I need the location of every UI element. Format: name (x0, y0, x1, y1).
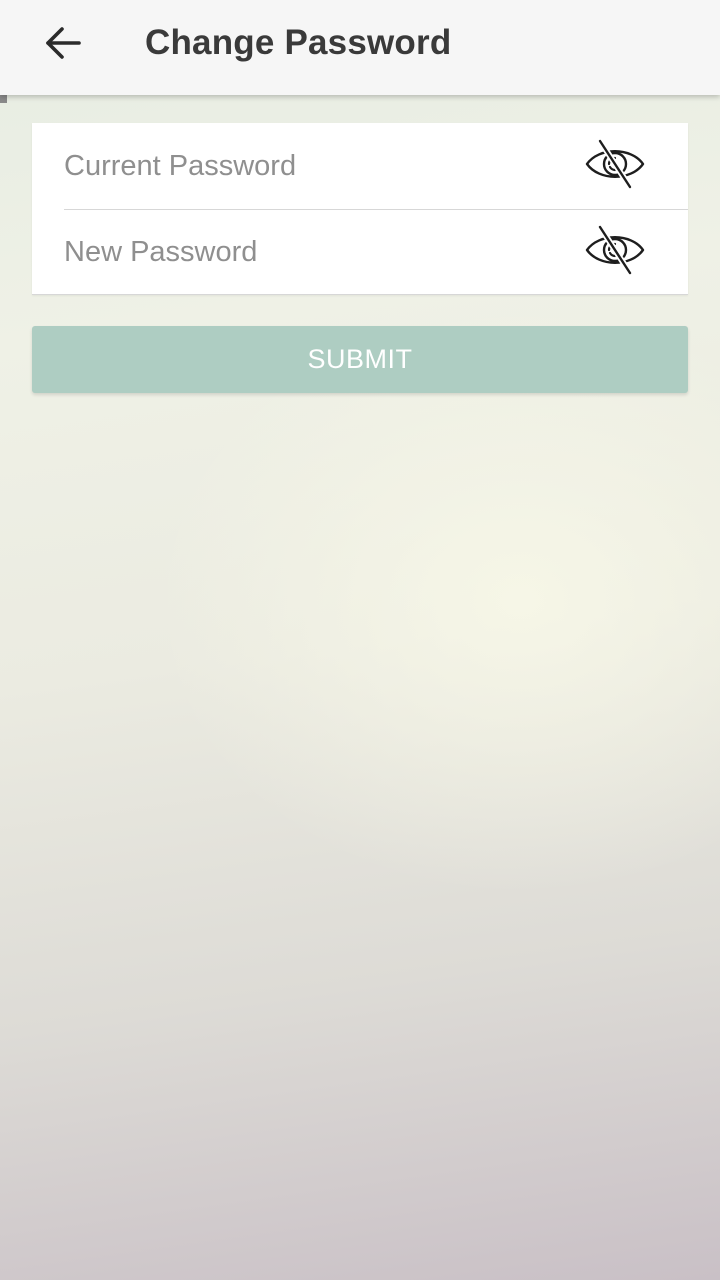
current-password-input[interactable] (64, 123, 564, 209)
eye-off-icon (585, 137, 645, 194)
app-bar: Change Password (0, 0, 720, 95)
page-title: Change Password (145, 23, 452, 62)
new-password-input[interactable] (64, 209, 564, 295)
password-form (32, 123, 688, 295)
new-password-row (32, 209, 688, 295)
new-password-visibility-toggle[interactable] (582, 223, 648, 280)
eye-off-icon (585, 223, 645, 280)
field-divider (32, 294, 688, 295)
scroll-indicator (0, 95, 7, 103)
back-button[interactable] (30, 19, 96, 67)
submit-button[interactable]: SUBMIT (32, 326, 688, 393)
current-password-row (32, 123, 688, 209)
arrow-left-icon (45, 26, 81, 60)
current-password-visibility-toggle[interactable] (582, 137, 648, 194)
